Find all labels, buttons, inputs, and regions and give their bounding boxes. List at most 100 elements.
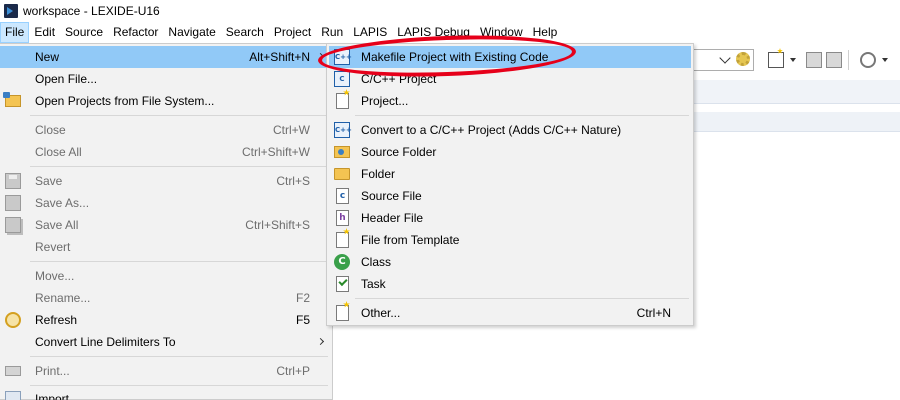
folder-icon — [334, 168, 350, 180]
file-menu-import[interactable]: Import... — [0, 388, 332, 400]
file-menu-close-all[interactable]: Close All Ctrl+Shift+W — [0, 141, 332, 163]
file-menu-close[interactable]: Close Ctrl+W — [0, 119, 332, 141]
file-import-label: Import... — [35, 392, 80, 400]
file-new-shortcut: Alt+Shift+N — [249, 50, 310, 64]
menu-separator — [355, 298, 689, 299]
title-bar: workspace - LEXIDE-U16 — [0, 0, 900, 22]
menu-file[interactable]: File — [0, 22, 30, 43]
toolbar-save-all-icon[interactable] — [826, 52, 842, 68]
new-header-file[interactable]: h Header File — [329, 207, 691, 229]
menu-separator — [30, 115, 328, 116]
file-open-file-label: Open File... — [35, 72, 98, 86]
convert-cpp-icon: C++ — [334, 122, 352, 138]
file-menu-print[interactable]: Print... Ctrl+P — [0, 360, 332, 382]
app-logo-icon — [4, 4, 18, 18]
file-menu-new[interactable]: New Alt+Shift+N — [0, 46, 332, 68]
menu-lapis[interactable]: LAPIS — [348, 22, 392, 43]
new-source-file[interactable]: c Source File — [329, 185, 691, 207]
menu-separator — [30, 356, 328, 357]
file-menu-save-as[interactable]: Save As... — [0, 192, 332, 214]
new-makefile-label: Makefile Project with Existing Code — [361, 50, 549, 64]
new-source-file-label: Source File — [361, 189, 422, 203]
file-template-icon — [336, 232, 349, 248]
window-title: workspace - LEXIDE-U16 — [23, 4, 160, 18]
menu-run[interactable]: Run — [316, 22, 348, 43]
new-project-icon — [336, 93, 349, 109]
new-task[interactable]: Task — [329, 273, 691, 295]
toolbar-separator — [848, 50, 849, 70]
menu-lapis-debug[interactable]: LAPIS Debug — [392, 22, 475, 43]
file-menu-open-file[interactable]: Open File... — [0, 68, 332, 90]
dropdown-arrow-icon-2[interactable] — [882, 58, 888, 62]
file-revert-label: Revert — [35, 240, 71, 254]
file-refresh-label: Refresh — [35, 313, 78, 327]
external-tools-icon[interactable] — [860, 52, 876, 68]
new-source-folder[interactable]: Source Folder — [329, 141, 691, 163]
file-menu-refresh[interactable]: Refresh F5 — [0, 309, 332, 331]
file-close-all-label: Close All — [35, 145, 82, 159]
menu-help[interactable]: Help — [528, 22, 563, 43]
refresh-icon — [5, 312, 21, 328]
file-menu-save[interactable]: Save Ctrl+S — [0, 170, 332, 192]
file-rename-shortcut: F2 — [295, 291, 310, 305]
menu-bar: File Edit Source Refactor Navigate Searc… — [0, 22, 900, 43]
new-project-label: Project... — [361, 94, 409, 108]
menu-separator — [30, 166, 328, 167]
new-file-from-template[interactable]: File from Template — [329, 229, 691, 251]
file-menu-open-projects[interactable]: Open Projects from File System... — [0, 90, 332, 112]
menu-refactor[interactable]: Refactor — [108, 22, 163, 43]
import-icon — [5, 391, 21, 400]
folder-open-icon — [3, 92, 21, 107]
new-convert-label: Convert to a C/C++ Project (Adds C/C++ N… — [361, 123, 622, 137]
file-save-label: Save — [35, 174, 63, 188]
menu-edit[interactable]: Edit — [29, 22, 60, 43]
new-header-file-label: Header File — [361, 211, 424, 225]
task-icon — [336, 276, 349, 292]
file-save-shortcut: Ctrl+S — [276, 174, 310, 188]
new-cpp-project-label: C/C++ Project — [361, 72, 437, 86]
new-cpp-project[interactable]: C C/C++ Project — [329, 68, 691, 90]
file-refresh-shortcut: F5 — [295, 313, 310, 327]
toolbar-save-icon[interactable] — [806, 52, 822, 68]
menu-navigate[interactable]: Navigate — [163, 22, 220, 43]
new-class[interactable]: C Class — [329, 251, 691, 273]
file-menu-convert-line-delimiters[interactable]: Convert Line Delimiters To — [0, 331, 332, 353]
file-menu-rename[interactable]: Rename... F2 — [0, 287, 332, 309]
save-icon — [5, 173, 21, 189]
print-icon — [5, 366, 21, 376]
new-makefile-project[interactable]: C++ Makefile Project with Existing Code — [329, 46, 691, 68]
new-file-template-label: File from Template — [361, 233, 460, 247]
new-convert-cpp[interactable]: C++ Convert to a C/C++ Project (Adds C/C… — [329, 119, 691, 141]
new-window-icon[interactable] — [768, 52, 784, 68]
menu-project[interactable]: Project — [269, 22, 316, 43]
file-close-shortcut: Ctrl+W — [273, 123, 310, 137]
cpp-project-icon: C++ — [334, 49, 352, 65]
file-menu-save-all[interactable]: Save All Ctrl+Shift+S — [0, 214, 332, 236]
submenu-arrow-icon — [316, 52, 325, 61]
file-menu-revert[interactable]: Revert — [0, 236, 332, 258]
menu-source[interactable]: Source — [60, 22, 108, 43]
submenu-arrow-icon — [316, 337, 325, 346]
new-other-label: Other... — [361, 306, 401, 320]
source-file-icon: c — [336, 188, 349, 204]
editor-strip — [692, 112, 900, 132]
source-folder-icon — [334, 146, 350, 158]
menu-separator — [355, 115, 689, 116]
gear-icon[interactable] — [736, 52, 750, 66]
file-save-all-shortcut: Ctrl+Shift+S — [245, 218, 310, 232]
file-print-shortcut: Ctrl+P — [276, 364, 310, 378]
file-save-all-label: Save All — [35, 218, 79, 232]
menu-search[interactable]: Search — [221, 22, 269, 43]
file-menu-move[interactable]: Move... — [0, 265, 332, 287]
new-other[interactable]: Other... Ctrl+N — [329, 302, 691, 324]
new-project[interactable]: Project... — [329, 90, 691, 112]
menu-window[interactable]: Window — [475, 22, 528, 43]
save-as-icon — [5, 195, 21, 211]
file-save-as-label: Save As... — [35, 196, 90, 210]
new-folder-label: Folder — [361, 167, 396, 181]
file-close-all-shortcut: Ctrl+Shift+W — [241, 145, 310, 159]
chevron-down-icon — [719, 52, 731, 64]
new-folder[interactable]: Folder — [329, 163, 691, 185]
file-convert-line-label: Convert Line Delimiters To — [35, 335, 176, 349]
dropdown-arrow-icon[interactable] — [790, 58, 796, 62]
